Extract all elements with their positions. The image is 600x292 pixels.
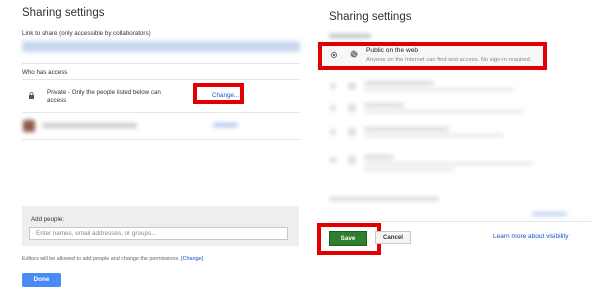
access-description-line2: access [47,97,67,104]
lock-icon [29,92,34,99]
divider [22,79,300,80]
access-setting-label [329,197,439,201]
who-has-access-label: Who has access [22,69,68,76]
globe-icon [350,50,358,58]
access-description: Private - Only the people listed below c… [47,89,207,105]
divider [22,139,300,140]
add-people-panel [22,206,299,246]
add-people-label: Add people: [31,216,65,223]
share-link-field[interactable] [22,41,300,52]
learn-more-link[interactable]: Learn more about visibility [493,233,569,240]
link-to-share-label: Link to share (only accessible by collab… [22,30,151,37]
dialog-title: Sharing settings [22,7,105,19]
divider [329,221,591,222]
public-option-description: Anyone on the Internet can find and acce… [366,57,532,63]
editors-note: Editors will be allowed to add people an… [22,256,203,262]
divider [22,112,300,113]
collaborator-name [42,123,137,128]
collaborator-permission-link[interactable] [213,123,238,127]
cancel-button[interactable]: Cancel [375,231,411,244]
editors-change-link[interactable]: [Change] [181,256,203,262]
option-row[interactable] [330,80,560,94]
avatar [23,120,35,132]
add-people-input[interactable]: Enter names, email addresses, or groups.… [29,227,288,240]
option-row[interactable] [330,154,560,176]
change-access-link[interactable]: Change... [212,92,239,99]
editors-note-text: Editors will be allowed to add people an… [22,256,180,262]
save-button[interactable]: Save [329,231,367,246]
option-row[interactable] [330,102,560,116]
dialog-title: Sharing settings [329,11,412,23]
divider [22,63,300,64]
public-option-title: Public on the web [366,47,419,54]
radio-selected-icon[interactable] [331,52,337,58]
done-button[interactable]: Done [22,273,61,287]
option-row[interactable] [330,126,560,140]
access-description-line1: Private - Only the people listed below c… [47,89,161,96]
access-setting-link[interactable] [532,212,567,216]
visibility-options-label [329,34,371,38]
left-sharing-dialog: Sharing settings Link to share (only acc… [0,0,310,292]
